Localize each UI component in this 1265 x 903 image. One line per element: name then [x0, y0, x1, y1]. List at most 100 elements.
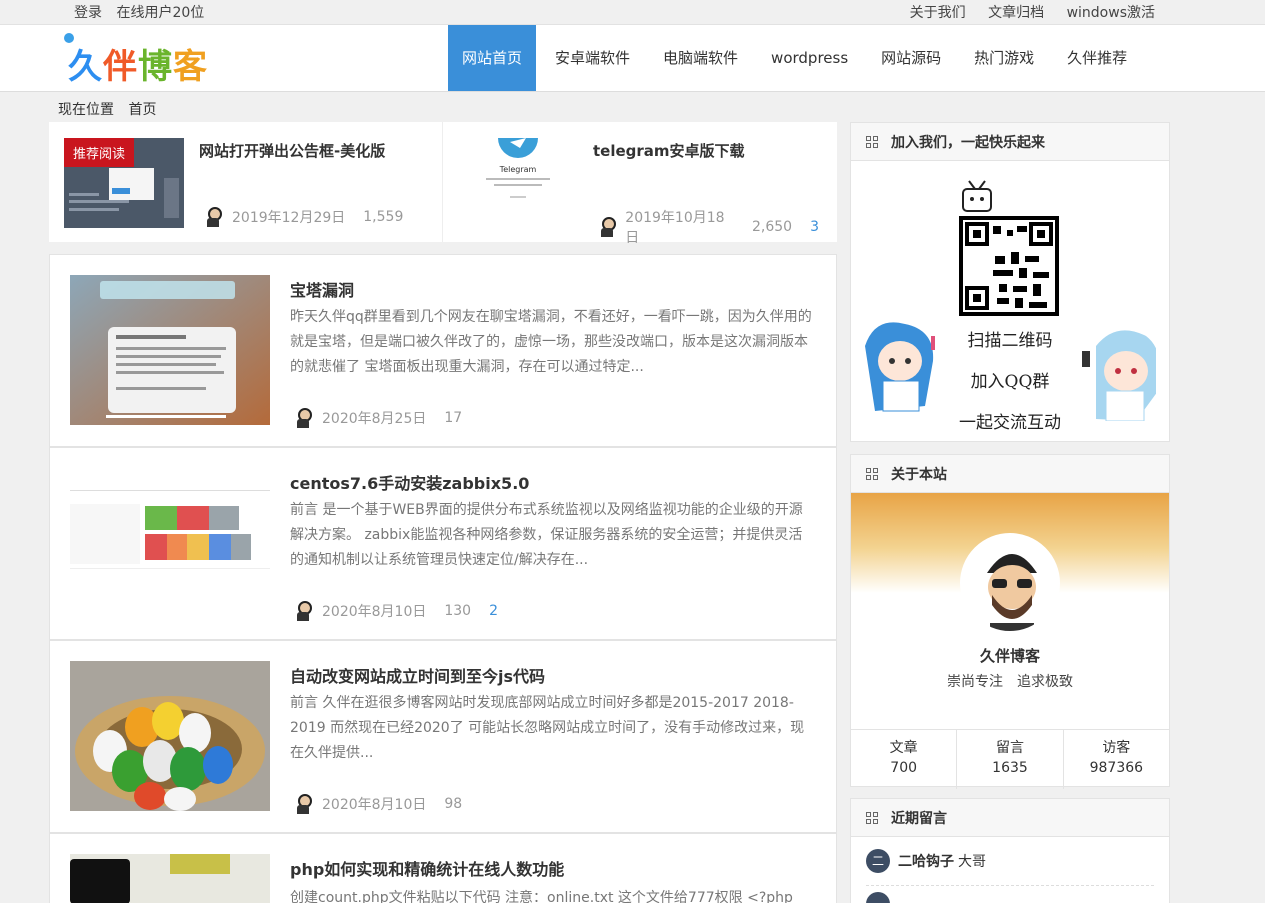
breadcrumb-home[interactable]: 首页	[128, 102, 156, 118]
author-avatar	[294, 408, 312, 428]
post-card: 宝塔漏洞 昨天久伴qq群里看到几个网友在聊宝塔漏洞，不看还好，一看吓一跳，因为久…	[49, 254, 837, 447]
post-excerpt: 前言 久伴在逛很多博客网站时发现底部网站成立时间好多都是2015-2017 20…	[290, 695, 805, 761]
post-date: 2019年12月29日	[232, 210, 346, 226]
post-views: 1,559	[363, 209, 404, 225]
post-title[interactable]: centos7.6手动安装zabbix5.0	[290, 470, 529, 494]
author-avatar	[294, 794, 312, 814]
chibi-girl-left-image	[865, 322, 935, 412]
author-avatar	[204, 207, 222, 227]
featured-item[interactable]: 推荐阅读 网站打开弹出公告框-美化版 2019年12月29日 1,559	[49, 122, 443, 242]
nav-site-source[interactable]: 网站源码	[867, 25, 955, 91]
telegram-image: Telegram	[458, 138, 578, 228]
chibi-girl-right-image	[1082, 330, 1156, 421]
recommend-badge: 推荐阅读	[64, 138, 135, 167]
site-avatar[interactable]	[960, 533, 1060, 633]
nav-hot-games[interactable]: 热门游戏	[960, 25, 1048, 91]
post-title[interactable]: 宝塔漏洞	[290, 277, 354, 301]
archive-link[interactable]: 文章归档	[988, 5, 1044, 21]
comment-user[interactable]: 二哈钩子	[898, 851, 954, 871]
nav-wordpress[interactable]: wordpress	[757, 25, 862, 91]
stat-label: 访客	[1102, 740, 1131, 756]
stat-label: 留言	[995, 740, 1024, 756]
post-excerpt: 创建count.php文件粘贴以下代码 注意：online.txt 这个文件给7…	[290, 890, 793, 903]
commenter-avatar: 二	[866, 849, 890, 873]
qr-pattern	[993, 226, 1049, 308]
commenter-avatar	[866, 892, 890, 903]
post-thumbnail[interactable]	[70, 661, 270, 811]
top-bar: 登录 在线用户20位 关于我们 文章归档 windows激活	[0, 0, 1265, 25]
post-card: centos7.6手动安装zabbix5.0 前言 是一个基于WEB界面的提供分…	[49, 447, 837, 640]
post-meta: 2020年8月10日 130 2	[294, 601, 516, 621]
logo-char: 伴	[103, 47, 138, 87]
stat-value: 987366	[1089, 760, 1144, 776]
post-thumbnail[interactable]	[70, 468, 270, 618]
comment-text: 大哥	[958, 854, 986, 870]
comment-item[interactable]	[851, 886, 1169, 903]
site-header: 久伴博客 网站首页 安卓端软件 电脑端软件 wordpress 网站源码 热门游…	[0, 25, 1265, 92]
bearded-man-avatar-image	[962, 535, 1058, 631]
post-image	[70, 854, 270, 903]
widget-title: 近期留言	[891, 810, 947, 827]
nav-pc-software[interactable]: 电脑端软件	[649, 25, 752, 91]
post-views: 130	[444, 603, 472, 619]
featured-thumbnail[interactable]: 推荐阅读	[64, 138, 184, 228]
join-widget: 加入我们，一起快乐起来 扫描二维码 加入QQ群 一起交流互动	[850, 122, 1170, 442]
post-thumbnail[interactable]	[70, 854, 270, 903]
widget-title: 加入我们，一起快乐起来	[891, 134, 1045, 151]
qr-code[interactable]	[959, 216, 1059, 316]
post-comments[interactable]: 2	[489, 603, 498, 619]
author-avatar	[294, 601, 312, 621]
post-excerpt: 前言 是一个基于WEB界面的提供分布式系统监视以及网络监视功能的企业级的开源解决…	[290, 502, 803, 568]
post-card: php如何实现和精确统计在线人数功能 创建count.php文件粘贴以下代码 注…	[49, 833, 837, 903]
post-views: 17	[444, 410, 463, 426]
stat-value: 700	[890, 760, 918, 776]
post-meta: 2020年8月10日 98	[294, 794, 480, 814]
post-meta: 2019年10月18日 2,650 3	[598, 207, 837, 247]
post-views: 98	[444, 796, 463, 812]
logo-char: 博	[138, 47, 173, 87]
post-title[interactable]: php如何实现和精确统计在线人数功能	[290, 856, 564, 880]
post-card: 自动改变网站成立时间到至今js代码 前言 久伴在逛很多博客网站时发现底部网站成立…	[49, 640, 837, 833]
logo-char: 久	[68, 47, 103, 87]
post-views: 2,650	[751, 219, 793, 235]
stat-value: 1635	[992, 760, 1028, 776]
featured-title[interactable]: telegram安卓版下载	[593, 140, 745, 161]
easter-eggs-image	[70, 661, 270, 811]
login-link[interactable]: 登录	[74, 5, 102, 21]
grid-icon	[866, 811, 878, 824]
about-us-link[interactable]: 关于我们	[910, 5, 966, 21]
site-slogan: 崇尚专注 追求极致	[947, 674, 1073, 690]
post-excerpt: 昨天久伴qq群里看到几个网友在聊宝塔漏洞，不看还好，一看吓一跳，因为久伴用的就是…	[290, 309, 812, 375]
post-meta: 2019年12月29日 1,559	[204, 207, 421, 227]
featured-box: 推荐阅读 网站打开弹出公告框-美化版 2019年12月29日 1,559 Tel…	[49, 122, 837, 246]
post-date: 2019年10月18日	[625, 210, 725, 246]
post-date: 2020年8月10日	[322, 797, 427, 813]
comment-item[interactable]: 二 二哈钩子 大哥	[866, 837, 1154, 886]
breadcrumb-label: 现在位置	[58, 102, 114, 118]
nav-home[interactable]: 网站首页	[448, 25, 537, 91]
post-title[interactable]: 自动改变网站成立时间到至今js代码	[290, 663, 545, 687]
stat-posts: 文章 700	[851, 730, 958, 789]
site-logo[interactable]: 久伴博客	[64, 33, 224, 87]
stat-visitors: 访客 987366	[1064, 730, 1169, 789]
nav-recommend[interactable]: 久伴推荐	[1053, 25, 1141, 91]
windows-activation-link[interactable]: windows激活	[1067, 5, 1155, 21]
recent-comments-widget: 近期留言 二 二哈钩子 大哥	[850, 798, 1170, 903]
nav-android-software[interactable]: 安卓端软件	[541, 25, 644, 91]
featured-item[interactable]: Telegram telegram安卓版下载 2019年10月18日 2,650…	[443, 122, 837, 246]
stat-messages: 留言 1635	[957, 730, 1064, 789]
about-widget: 关于本站 久伴博客 崇尚专注 追求极致 文章 700 留言 1635 访客 98736…	[850, 454, 1170, 789]
online-users: 在线用户20位	[116, 5, 205, 21]
post-image	[70, 275, 270, 425]
tv-mascot-icon	[962, 180, 992, 212]
breadcrumb: 现在位置 首页	[58, 99, 166, 119]
post-date: 2020年8月10日	[322, 604, 427, 620]
post-thumbnail[interactable]	[70, 275, 270, 425]
telegram-label: Telegram	[499, 165, 537, 174]
post-comments[interactable]: 3	[810, 219, 819, 235]
featured-thumbnail[interactable]: Telegram	[458, 138, 578, 228]
site-name: 久伴博客	[979, 647, 1040, 665]
main-nav: 网站首页 安卓端软件 电脑端软件 wordpress 网站源码 热门游戏 久伴推…	[448, 25, 1146, 91]
featured-title[interactable]: 网站打开弹出公告框-美化版	[199, 140, 385, 161]
post-date: 2020年8月25日	[322, 411, 427, 427]
